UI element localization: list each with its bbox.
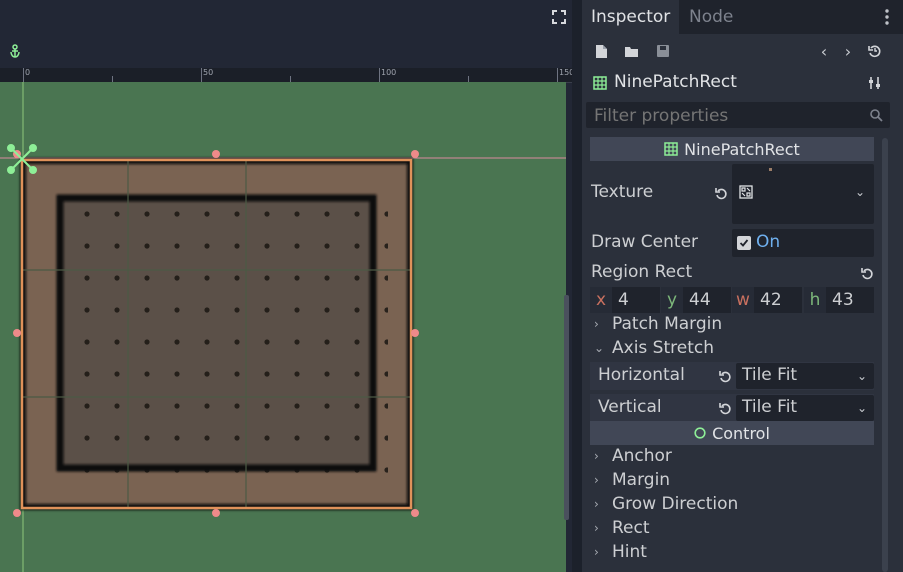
ruler-label: 50 (203, 68, 214, 77)
region-rect-h-field[interactable]: h 43 (804, 287, 874, 313)
margin-label: Margin (612, 470, 671, 490)
node-tools-icon[interactable] (866, 74, 884, 92)
viewport-toolbar (0, 0, 572, 68)
2d-viewport[interactable]: 0 50 100 150 (0, 0, 574, 572)
vertical-row: Vertical Tile Fit ⌄ (590, 394, 874, 422)
ninepatch-class-icon (664, 142, 678, 156)
region-rect-label: Region Rect (591, 262, 693, 282)
chevron-down-icon: ⌄ (856, 369, 868, 383)
ninepatch-texture (20, 158, 413, 510)
chevron-right-icon: › (594, 473, 599, 487)
draw-center-checkbox[interactable]: On (732, 229, 874, 257)
filter-properties-input[interactable] (592, 103, 866, 129)
region-rect-x-field[interactable]: x 4 (590, 287, 660, 313)
dock-tabs: Inspector Node (582, 0, 903, 34)
anchor-section[interactable]: › Anchor (594, 446, 672, 466)
tab-node[interactable]: Node (680, 0, 742, 34)
anchor-label: Anchor (612, 446, 672, 466)
patch-margin-label: Patch Margin (612, 314, 723, 334)
region-rect-y-value: 44 (689, 290, 711, 310)
class-header-control: Control (590, 421, 874, 445)
chevron-right-icon: › (594, 317, 599, 331)
selected-node-name: NinePatchRect (614, 72, 737, 92)
control-header-label: Control (712, 423, 770, 443)
region-rect-y-field[interactable]: y 44 (661, 287, 731, 313)
class-header-label: NinePatchRect (684, 139, 800, 159)
class-header-ninepatchrect: NinePatchRect (590, 137, 874, 161)
filter-properties-field[interactable] (586, 102, 890, 129)
region-rect-w-value: 42 (760, 290, 782, 310)
viewport-scrollbar[interactable] (564, 295, 569, 520)
horizontal-label: Horizontal (598, 365, 685, 385)
h-axis-label: h (804, 287, 826, 313)
inspector-panel: Inspector Node ‹ › NinePatchRect NinePat… (582, 0, 903, 572)
w-axis-label: w (732, 287, 754, 313)
revert-icon[interactable] (713, 185, 729, 201)
region-rect-h-value: 43 (832, 290, 854, 310)
revert-icon[interactable] (859, 265, 875, 281)
texture-thumbnail-icon (738, 184, 754, 200)
vertical-value: Tile Fit (742, 397, 798, 417)
horizontal-value: Tile Fit (742, 365, 798, 385)
revert-icon[interactable] (717, 368, 733, 384)
y-axis-label: y (661, 287, 683, 313)
chevron-right-icon: › (594, 545, 599, 559)
chevron-down-icon: ⌄ (856, 401, 868, 415)
texture-resource-picker[interactable]: ⌄ (732, 164, 874, 224)
draw-center-label: Draw Center (591, 232, 699, 252)
ruler-label: 100 (381, 68, 397, 77)
new-resource-icon[interactable] (592, 42, 610, 60)
menu-dots-icon[interactable] (882, 8, 892, 26)
hint-label: Hint (612, 542, 647, 562)
anchor-icon[interactable] (6, 42, 24, 60)
vertical-dropdown[interactable]: Tile Fit ⌄ (736, 395, 874, 421)
texture-preview (769, 168, 772, 171)
grow-direction-section[interactable]: › Grow Direction (594, 494, 738, 514)
tab-inspector[interactable]: Inspector (582, 0, 680, 34)
draw-center-value: On (756, 232, 781, 252)
history-back-icon[interactable]: ‹ (816, 42, 832, 61)
chevron-down-icon[interactable]: ⌄ (852, 184, 868, 200)
rect-section[interactable]: › Rect (594, 518, 650, 538)
rect-label: Rect (612, 518, 650, 538)
ruler-label: 0 (25, 68, 31, 77)
chevron-right-icon: › (594, 449, 599, 463)
inspector-scrollbar[interactable] (882, 138, 888, 572)
object-history-icon[interactable] (866, 42, 884, 60)
checkbox-checked-icon[interactable] (737, 236, 751, 250)
horizontal-ruler: 0 50 100 150 (0, 68, 574, 83)
region-rect-w-field[interactable]: w 42 (732, 287, 802, 313)
chevron-down-icon: ⌄ (594, 341, 605, 355)
texture-label: Texture (591, 182, 654, 202)
x-axis-label: x (590, 287, 612, 313)
vertical-label: Vertical (598, 397, 662, 417)
ninepatch-node-icon (592, 75, 608, 91)
history-forward-icon[interactable]: › (840, 42, 856, 61)
revert-icon[interactable] (717, 400, 733, 416)
save-icon[interactable] (654, 42, 672, 60)
grow-direction-label: Grow Direction (612, 494, 739, 514)
chevron-right-icon: › (594, 497, 599, 511)
axis-stretch-label: Axis Stretch (612, 338, 714, 358)
margin-section[interactable]: › Margin (594, 470, 670, 490)
scene-canvas[interactable] (0, 82, 566, 572)
horizontal-dropdown[interactable]: Tile Fit ⌄ (736, 363, 874, 389)
open-folder-icon[interactable] (622, 42, 640, 60)
chevron-right-icon: › (594, 521, 599, 535)
region-rect-x-value: 4 (618, 290, 629, 310)
canvas-drawing (0, 82, 566, 572)
horizontal-row: Horizontal Tile Fit ⌄ (590, 362, 874, 390)
axis-stretch-section[interactable]: ⌄ Axis Stretch (594, 338, 714, 358)
patch-margin-section[interactable]: › Patch Margin (594, 314, 722, 334)
control-class-icon (694, 427, 706, 439)
search-icon (868, 107, 884, 123)
hint-section[interactable]: › Hint (594, 542, 647, 562)
fullscreen-icon[interactable] (550, 8, 568, 26)
panel-divider[interactable] (572, 0, 582, 572)
